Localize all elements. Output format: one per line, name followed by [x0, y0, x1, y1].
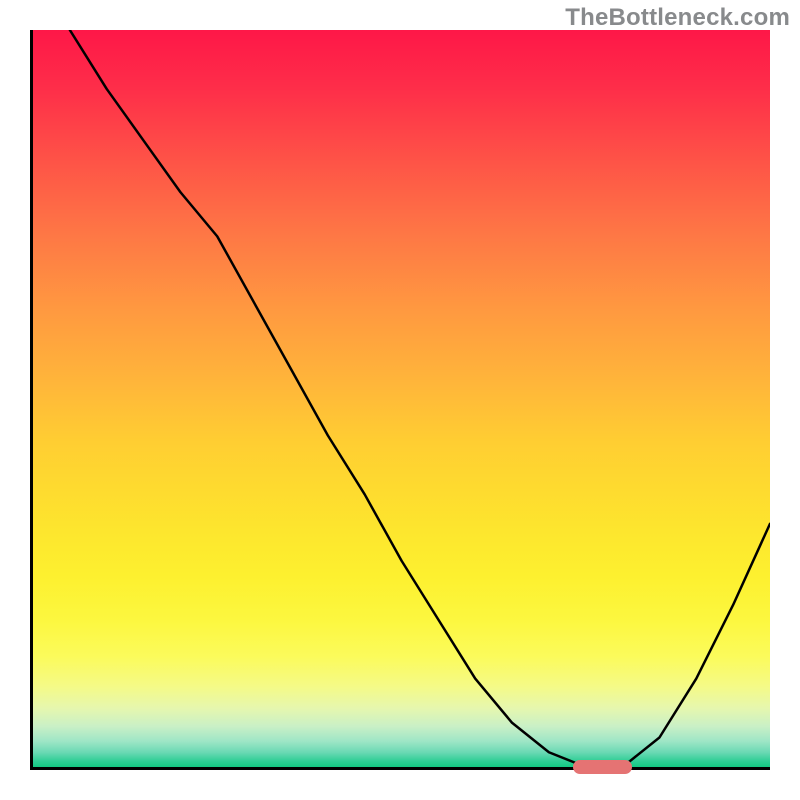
chart-plot-area	[30, 30, 770, 770]
optimum-marker	[573, 760, 632, 774]
watermark-text: TheBottleneck.com	[565, 4, 790, 32]
bottleneck-curve	[33, 30, 770, 767]
